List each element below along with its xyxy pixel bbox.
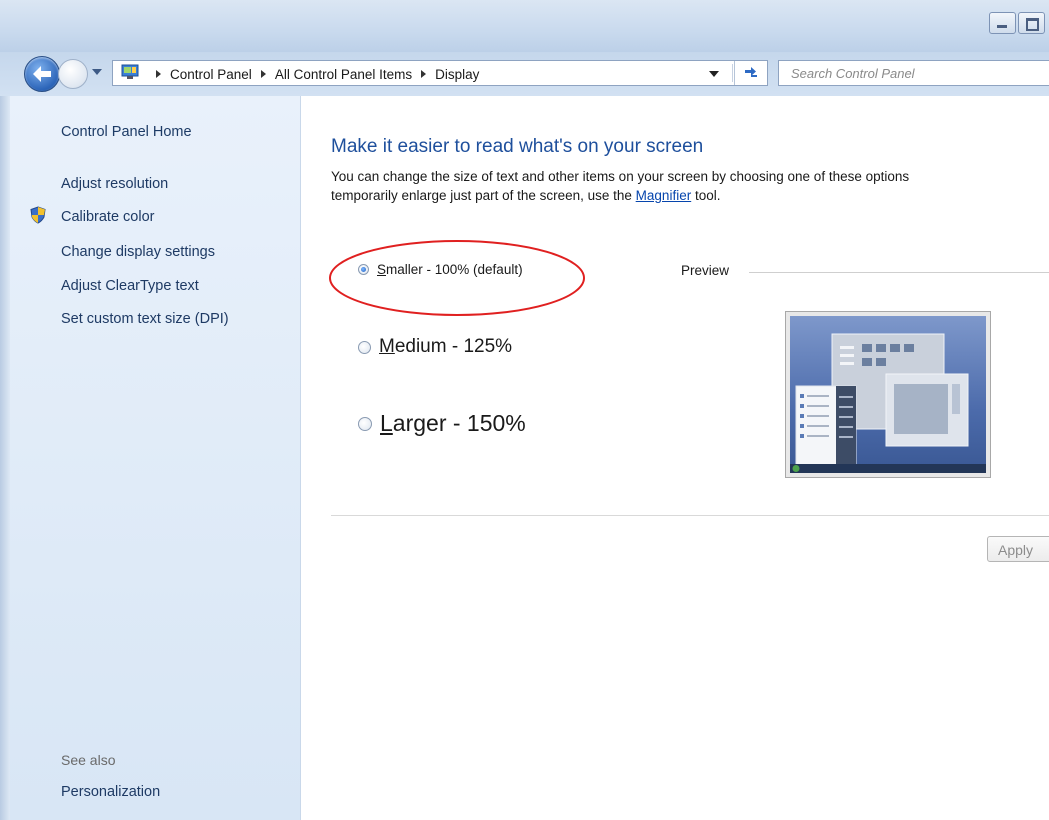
main-content: Make it easier to read what's on your sc…: [301, 96, 1049, 820]
sidebar-item-adjust-cleartype-text[interactable]: Adjust ClearType text: [61, 278, 199, 294]
breadcrumb: Control Panel All Control Panel Items Di…: [147, 61, 479, 87]
forward-button[interactable]: [58, 59, 88, 89]
maximize-button[interactable]: [1018, 12, 1045, 34]
desktop-preview-icon: [790, 316, 986, 473]
see-also-label: See also: [61, 752, 116, 768]
back-button[interactable]: [24, 56, 60, 92]
chevron-right-icon[interactable]: [260, 70, 266, 78]
description-line-2: temporarily enlarge just part of the scr…: [331, 186, 1049, 205]
chevron-right-icon[interactable]: [156, 70, 161, 78]
page-title: Make it easier to read what's on your sc…: [331, 136, 704, 157]
highlight-ellipse: [329, 240, 585, 316]
description-text: temporarily enlarge just part of the scr…: [331, 188, 636, 203]
sidebar-item-personalization[interactable]: Personalization: [61, 784, 160, 800]
radio-smaller[interactable]: Smaller - 100% (default): [358, 262, 523, 277]
preview-label: Preview: [681, 263, 730, 278]
breadcrumb-display[interactable]: Display: [435, 67, 479, 82]
arrow-left-icon: [33, 66, 51, 82]
refresh-button[interactable]: [734, 61, 767, 85]
radio-selected-icon[interactable]: [358, 264, 369, 275]
description-line-1: You can change the size of text and othe…: [331, 169, 910, 184]
radio-label-medium: Medium - 125%: [379, 336, 513, 357]
caption-buttons: [987, 12, 1045, 34]
page-description: You can change the size of text and othe…: [331, 167, 1049, 205]
breadcrumb-all-items[interactable]: All Control Panel Items: [275, 67, 412, 82]
sidebar-item-control-panel-home[interactable]: Control Panel Home: [61, 124, 192, 140]
radio-label-smaller: Smaller - 100% (default): [377, 262, 523, 277]
radio-label-larger: Larger - 150%: [380, 410, 526, 436]
search-input[interactable]: Search Control Panel: [778, 60, 1049, 86]
navigation-bar: Control Panel All Control Panel Items Di…: [0, 52, 1049, 96]
magnifier-link[interactable]: Magnifier: [636, 188, 692, 203]
radio-larger[interactable]: Larger - 150%: [358, 410, 526, 437]
separator: [331, 515, 1049, 516]
shield-icon: [30, 206, 46, 224]
radio-medium[interactable]: Medium - 125%: [358, 336, 512, 358]
chevron-right-icon[interactable]: [421, 70, 427, 78]
divider: [732, 64, 733, 82]
description-text-end: tool.: [691, 188, 721, 203]
address-bar[interactable]: Control Panel All Control Panel Items Di…: [112, 60, 768, 86]
sidebar-item-calibrate-color[interactable]: Calibrate color: [61, 209, 155, 225]
sidebar: Control Panel Home Adjust resolution Cal…: [0, 96, 301, 820]
preview-image: [785, 311, 991, 478]
minimize-button[interactable]: [989, 12, 1016, 34]
preview-divider: [749, 272, 1049, 273]
title-bar: [0, 0, 1049, 52]
sidebar-item-adjust-resolution[interactable]: Adjust resolution: [61, 176, 168, 192]
refresh-icon: [745, 67, 757, 77]
sidebar-item-change-display-settings[interactable]: Change display settings: [61, 244, 215, 260]
sidebar-item-set-custom-text-size[interactable]: Set custom text size (DPI): [61, 311, 229, 327]
apply-button[interactable]: Apply: [987, 536, 1049, 562]
radio-unselected-icon[interactable]: [358, 340, 371, 354]
radio-unselected-icon[interactable]: [358, 416, 372, 431]
address-dropdown-button[interactable]: [709, 71, 719, 77]
breadcrumb-control-panel[interactable]: Control Panel: [170, 67, 252, 82]
recent-pages-dropdown[interactable]: [92, 69, 102, 75]
control-panel-icon: [121, 64, 139, 79]
sidebar-edge: [0, 96, 10, 820]
